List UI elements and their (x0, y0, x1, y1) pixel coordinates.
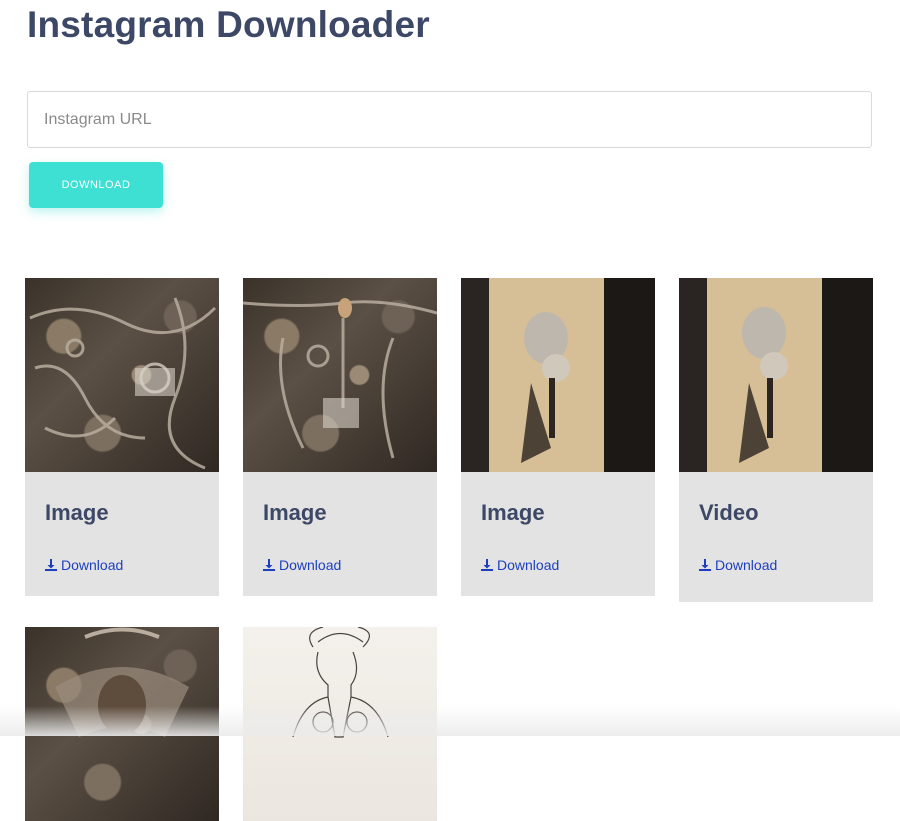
media-card: Image Download (25, 278, 219, 596)
media-card: Video Download (679, 278, 873, 602)
download-link-label: Download (279, 557, 342, 573)
love-sign-video-thumbnail (707, 278, 822, 472)
download-link[interactable]: Download (263, 557, 341, 573)
download-icon (263, 559, 275, 571)
media-type-label: Video (699, 500, 759, 525)
chain-artwork-image (29, 297, 217, 470)
download-link-label: Download (497, 557, 560, 573)
media-thumbnail[interactable] (243, 278, 437, 472)
media-type-label: Image (263, 500, 327, 525)
love-sign-image (489, 278, 604, 472)
media-thumbnail[interactable] (679, 278, 873, 472)
page-title: Instagram Downloader (27, 4, 430, 45)
bottom-fade (0, 706, 900, 736)
download-link[interactable]: Download (45, 557, 123, 573)
media-type-label: Image (481, 500, 545, 525)
download-icon (45, 559, 57, 571)
download-button[interactable]: DOWNLOAD (29, 162, 163, 208)
media-thumbnail[interactable] (25, 278, 219, 472)
download-link[interactable]: Download (699, 557, 777, 573)
download-icon (699, 559, 711, 571)
chain-artwork-image (243, 298, 437, 459)
download-link-label: Download (61, 557, 124, 573)
download-link-label: Download (715, 557, 778, 573)
media-card: Image Download (461, 278, 655, 596)
download-icon (481, 559, 493, 571)
media-thumbnail[interactable] (461, 278, 655, 472)
media-type-label: Image (45, 500, 109, 525)
media-card: Image Download (243, 278, 437, 596)
instagram-url-input[interactable] (27, 91, 872, 148)
download-link[interactable]: Download (481, 557, 559, 573)
